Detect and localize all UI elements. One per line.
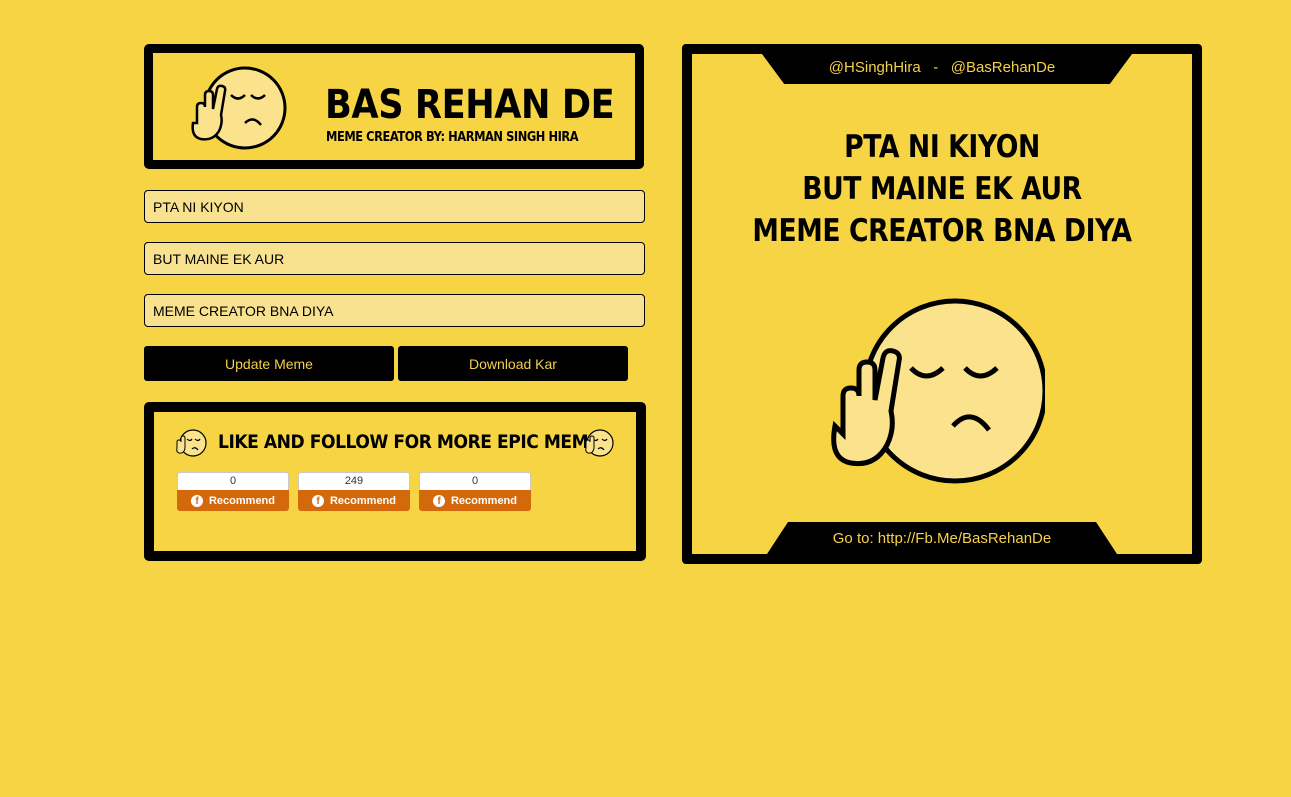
recommend-label: Recommend <box>208 494 276 507</box>
download-button[interactable]: Download Kar <box>398 346 628 381</box>
meme-text-line-1: PTA NI KIYON <box>844 129 1040 165</box>
meme-link: Go to: http://Fb.Me/BasRehanDe <box>832 530 1052 547</box>
facebook-icon: f <box>311 494 324 507</box>
facebook-recommend-widget: 0 f Recommend <box>419 472 531 511</box>
meh-face-icon <box>831 298 1045 484</box>
facebook-icon: f <box>432 494 445 507</box>
social-box: LIKE AND FOLLOW FOR MORE EPIC MEMES 0 f … <box>144 402 646 561</box>
app-subtitle: MEME CREATOR BY: HARMAN SINGH HIRA <box>326 130 579 145</box>
meme-text-line-2: BUT MAINE EK AUR <box>802 171 1082 207</box>
facebook-recommend-widget: 249 f Recommend <box>298 472 410 511</box>
meme-line-2-input[interactable] <box>144 242 645 275</box>
app-title: BAS REHAN DE <box>325 82 615 128</box>
recommend-count: 0 <box>419 472 531 490</box>
recommend-count: 249 <box>298 472 410 490</box>
recommend-count: 0 <box>177 472 289 490</box>
header-banner: BAS REHAN DE MEME CREATOR BY: HARMAN SIN… <box>144 44 644 169</box>
facebook-recommend-widget: 0 f Recommend <box>177 472 289 511</box>
meme-line-1-input[interactable] <box>144 190 645 223</box>
recommend-button[interactable]: f Recommend <box>298 490 410 511</box>
recommend-label: Recommend <box>329 494 397 507</box>
update-meme-button[interactable]: Update Meme <box>144 346 394 381</box>
facebook-icon: f <box>190 494 203 507</box>
recommend-label: Recommend <box>450 494 518 507</box>
meh-face-icon <box>585 429 614 457</box>
recommend-button[interactable]: f Recommend <box>177 490 289 511</box>
social-heading: LIKE AND FOLLOW FOR MORE EPIC MEMES <box>218 431 612 453</box>
meme-text-line-3: MEME CREATOR BNA DIYA <box>752 213 1132 249</box>
meme-line-3-input[interactable] <box>144 294 645 327</box>
meme-canvas: @HSinghHira - @BasRehanDe PTA NI KIYON B… <box>692 54 1192 554</box>
meh-face-logo-icon <box>191 66 287 150</box>
meh-face-icon <box>176 429 207 457</box>
meme-handles: @HSinghHira - @BasRehanDe <box>828 59 1056 76</box>
meme-preview: @HSinghHira - @BasRehanDe PTA NI KIYON B… <box>682 44 1202 564</box>
recommend-button[interactable]: f Recommend <box>419 490 531 511</box>
